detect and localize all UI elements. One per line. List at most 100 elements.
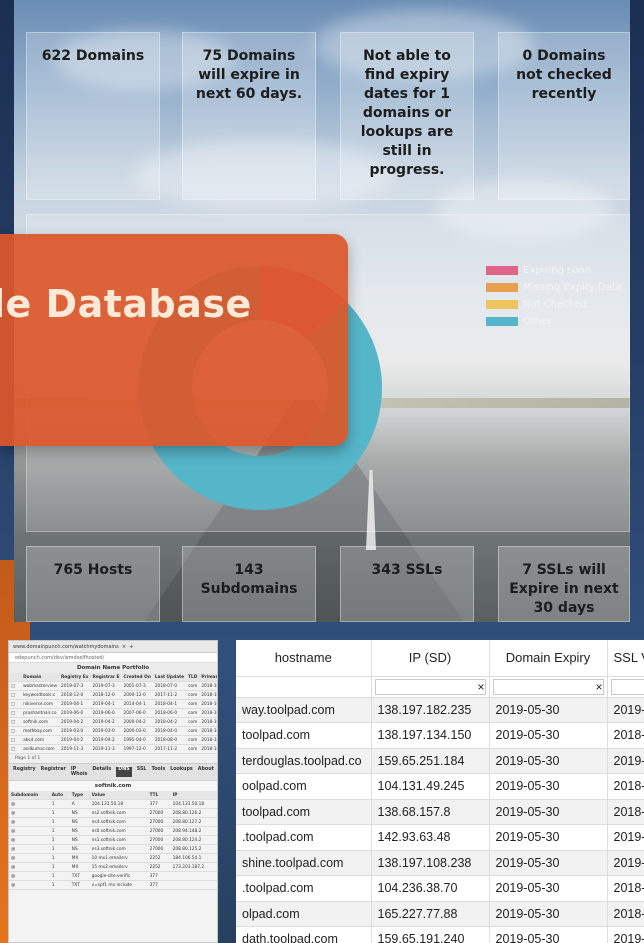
row-checkbox[interactable]: □	[9, 726, 18, 736]
dns-row[interactable]: @1 NS ns3.softnik.com 27000 208.80.125.2	[9, 844, 217, 854]
filter-input[interactable]	[374, 678, 486, 695]
card-ssls[interactable]: 343 SSLs	[340, 546, 474, 622]
table-cell: 2017-11-2	[152, 690, 187, 700]
table-row[interactable]: .toolpad.com142.93.63.482019-05-302019-0	[236, 824, 644, 851]
table-row[interactable]: □ nikiverse.com 2019-04-1 2019-04-1 2014-04-…	[9, 699, 217, 709]
table-row[interactable]: □ keywordtools.c 2018-12-0 2018-12-0 2000-12…	[9, 690, 217, 700]
table-cell: 138.197.182.235	[371, 697, 490, 723]
table-row[interactable]: toolpad.com138.68.157.82019-05-302018-1	[236, 799, 644, 825]
tab-registrar[interactable]: Registrar	[41, 767, 66, 777]
tab-tools[interactable]: Tools	[151, 767, 165, 777]
card-hosts[interactable]: 765 Hosts	[26, 546, 160, 622]
dns-cell: A	[69, 799, 90, 809]
column-header-ssl-valid[interactable]: SSL Va	[607, 640, 644, 677]
filter-input[interactable]	[610, 678, 644, 695]
card-not-checked[interactable]: 0 Domains not checked recently	[498, 32, 630, 200]
filter-ip[interactable]: ×	[371, 676, 490, 698]
row-checkbox[interactable]: □	[9, 690, 18, 700]
table-cell: 2007-06-0	[121, 708, 153, 718]
filter-ssl[interactable]	[607, 676, 644, 698]
browser-tab[interactable]: www.domainpunch.com/watchmydomains × +	[9, 641, 217, 653]
table-cell: 2019-04-1	[90, 699, 122, 709]
dns-column-header[interactable]: Auto	[49, 791, 70, 800]
table-row[interactable]: □ webmasterview 2019-07-3 2019-07-3 2001-07-…	[9, 681, 217, 691]
column-header[interactable]: Created On	[121, 673, 153, 682]
dns-cell: 27000	[147, 835, 171, 845]
column-header-ip[interactable]: IP (SD)	[371, 640, 490, 677]
title-banner	[0, 234, 348, 446]
column-header[interactable]: TLD	[186, 673, 200, 682]
table-cell: 2017-11-2	[152, 744, 187, 754]
row-checkbox[interactable]: □	[9, 735, 18, 745]
pager[interactable]: Page 1 of 1	[9, 754, 217, 763]
column-header[interactable]: Registrar E	[90, 673, 122, 682]
tab-about[interactable]: About	[198, 767, 214, 777]
column-header[interactable]: Primary	[199, 673, 217, 682]
column-header[interactable]: Last Update	[152, 673, 187, 682]
filter-hostname[interactable]	[236, 676, 372, 698]
table-row[interactable]: □ softnik.com 2019-04-2 2019-04-2 2000-04-2 2…	[9, 717, 217, 727]
table-row[interactable]: olpad.com165.227.77.882019-05-302018-1	[236, 901, 644, 927]
card-expiring-ssls[interactable]: 7 SSLs will Expire in next 30 days	[498, 546, 630, 622]
table-row[interactable]: toolpad.com 138.197.134.150 2019-05-30 2018…	[236, 722, 644, 749]
dns-column-header[interactable]: IP	[170, 791, 217, 800]
dns-column-header[interactable]: Value	[89, 791, 148, 800]
legend-item[interactable]: Other	[486, 313, 622, 330]
dns-row[interactable]: @1 NS ns1.softnik.com 27000 208.80.124.2	[9, 835, 217, 845]
table-cell: 142.93.63.48	[371, 824, 490, 851]
card-expiring-domains[interactable]: 75 Domains will expire in next 60 days.	[182, 32, 316, 200]
tab-dns[interactable]: DNS	[116, 767, 132, 777]
dns-column-header[interactable]: Type	[69, 791, 90, 800]
tab-ssl[interactable]: SSL	[137, 767, 147, 777]
dns-row[interactable]: @1 NS ns0.softnik.com 27000 208.94.148.2	[9, 826, 217, 836]
dns-row[interactable]: @1 TXT google-site-verific 377	[9, 871, 217, 881]
dns-row[interactable]: @1 A 104.131.50.18 377 104.131.50.18	[9, 799, 217, 809]
table-row[interactable]: .toolpad.com104.236.38.702019-05-302018-…	[236, 875, 644, 902]
clear-filter-icon[interactable]: ×	[595, 680, 602, 694]
table-row[interactable]: □ anilkumar.com 2019-11-3 2019-11-3 1997-12-…	[9, 744, 217, 754]
column-header-domain-expiry[interactable]: Domain Expiry	[489, 640, 608, 677]
table-row[interactable]: □ prashantnair.co 2019-06-0 2019-06-0 2007-0…	[9, 708, 217, 718]
filter-expiry[interactable]: ×	[489, 676, 608, 698]
legend-swatch	[486, 300, 518, 309]
tab-ip-whois[interactable]: IP Whois	[71, 767, 88, 777]
table-cell: 2019-05-30	[489, 926, 608, 943]
legend-item[interactable]: Not Checked	[486, 296, 622, 313]
address-bar[interactable]: odepunch.com/dev/wmdselfhosted/	[9, 653, 217, 663]
card-missing-expiry[interactable]: Not able to find expiry dates for 1 domains…	[340, 32, 474, 200]
table-row[interactable]: terdouglas.toolpad.co 159.65.251.184 2019-…	[236, 748, 644, 774]
dns-column-header[interactable]: Subdomain	[9, 791, 50, 800]
table-row[interactable]: □ mathbay.com 2019-03-0 2019-03-0 2000-03-0 2…	[9, 726, 217, 736]
legend-item[interactable]: Missing Expiry Date	[486, 279, 622, 296]
table-cell: 2018-1	[607, 799, 644, 825]
dns-cell: 2252	[147, 862, 171, 872]
dns-column-header[interactable]: TTL	[147, 791, 171, 800]
row-checkbox[interactable]: □	[9, 699, 18, 709]
row-checkbox[interactable]: □	[9, 708, 18, 718]
column-header[interactable]: Registry Ex	[59, 673, 91, 682]
tab-registry[interactable]: Registry	[13, 767, 36, 777]
table-row[interactable]: shine.toolpad.com 138.197.108.238 2019-05-…	[236, 850, 644, 876]
selected-domain-title: softnik.com	[9, 781, 217, 791]
column-header[interactable]: Domain	[21, 673, 59, 682]
dns-row[interactable]: @1 NS ns2.softnik.com 27000 208.80.126.2	[9, 808, 217, 818]
table-row[interactable]: □ abcd.com 2019-04-2 2019-04-2 1995-04-0 2018…	[9, 735, 217, 745]
filter-input[interactable]	[492, 678, 604, 695]
dns-row[interactable]: @1 MX 15 mx2.emailsrv 2252 173.203.187.2	[9, 862, 217, 872]
card-domains[interactable]: 622 Domains	[26, 32, 160, 200]
table-row[interactable]: dath.toolpad.com 159.65.191.240 2019-05-30…	[236, 926, 644, 943]
table-row[interactable]: way.toolpad.com 138.197.182.235 2019-05-30…	[236, 697, 644, 723]
tab-lookups[interactable]: Lookups	[170, 767, 193, 777]
clear-filter-icon[interactable]: ×	[477, 680, 484, 694]
dns-row[interactable]: @1 MX 10 mx1.emailsrv 2252 184.106.54.1	[9, 853, 217, 863]
row-checkbox[interactable]: □	[9, 744, 18, 754]
card-subdomains[interactable]: 143 Subdomains	[182, 546, 316, 622]
column-header-hostname[interactable]: hostname	[236, 640, 372, 677]
row-checkbox[interactable]: □	[9, 681, 18, 691]
tab-details[interactable]: Details	[92, 767, 111, 777]
table-row[interactable]: oolpad.com104.131.49.2452019-05-302018-1	[236, 773, 644, 800]
legend-item[interactable]: Expiring soon	[486, 262, 622, 279]
dns-row[interactable]: @1 TXT v=spf1 mx include 377	[9, 880, 217, 890]
row-checkbox[interactable]: □	[9, 717, 18, 727]
dns-row[interactable]: @1 NS ns4.softnik.com 27000 208.80.127.2	[9, 817, 217, 827]
